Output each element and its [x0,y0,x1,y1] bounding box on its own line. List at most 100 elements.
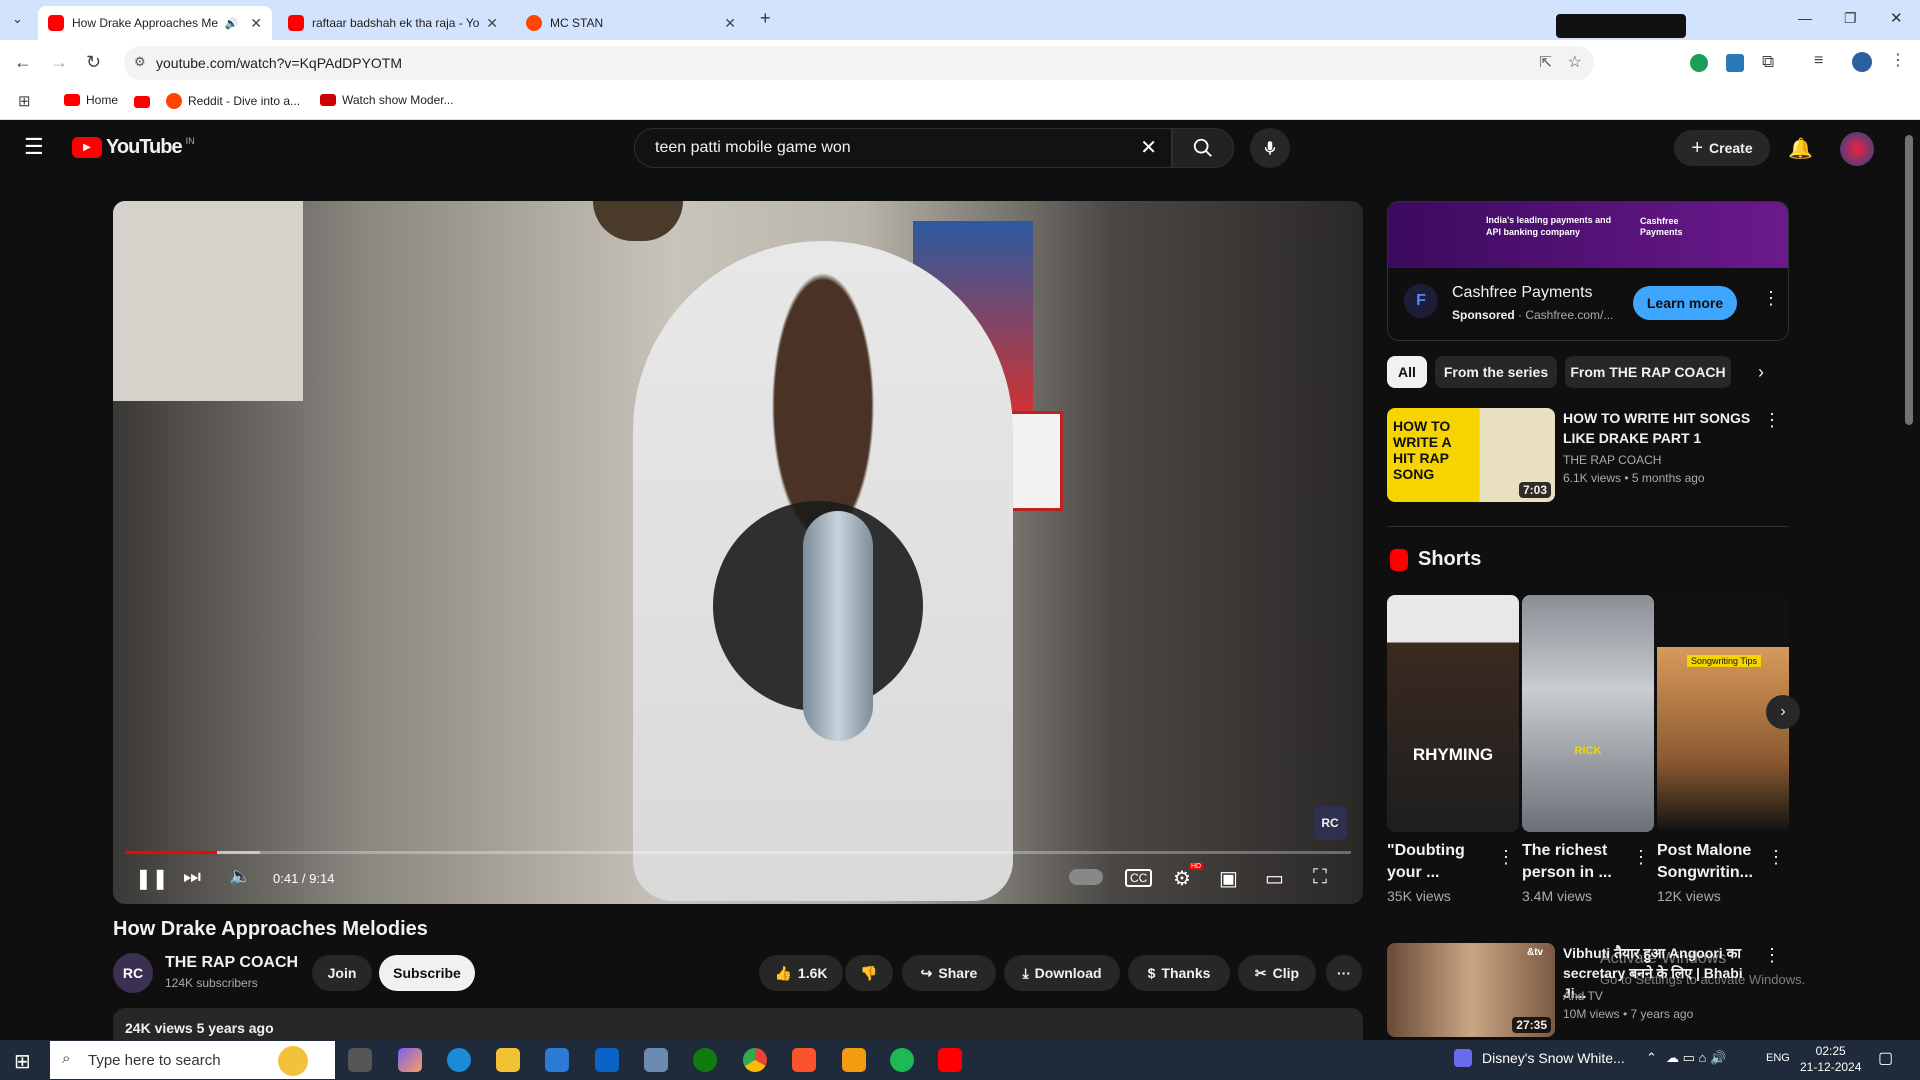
windows-start-icon[interactable]: ⊞ [14,1049,31,1074]
account-avatar[interactable] [1840,132,1874,166]
edge-icon[interactable] [447,1048,471,1072]
clip-button[interactable]: ✂ Clip [1238,955,1316,991]
youtube-bookmark-icon[interactable] [134,96,150,108]
like-button[interactable]: 👍 1.6K [759,955,843,991]
pause-icon[interactable]: ❚❚ [135,866,169,891]
bookmark-reddit[interactable]: Reddit - Dive into a... [166,93,300,109]
xbox-icon[interactable] [693,1048,717,1072]
ad-options-kebab-icon[interactable]: ⋮ [1762,288,1780,309]
restore-icon[interactable]: ❐ [1844,10,1857,27]
recommended-title[interactable]: HOW TO WRITE HIT SONGS LIKE DRAKE PART 1 [1563,408,1763,448]
extension-icon[interactable] [1726,54,1744,72]
media-control-icon[interactable]: ≡ [1814,52,1823,70]
youtube-app-icon[interactable] [938,1048,962,1072]
site-info-icon[interactable]: ⚙ [134,54,146,70]
clear-search-icon[interactable]: ✕ [1140,135,1157,160]
outlook-icon[interactable] [595,1048,619,1072]
short-item[interactable]: RHYMING "Doubting your ... 35K views ⋮ [1387,595,1519,904]
download-button[interactable]: ⤓ Download [1004,955,1120,991]
copilot-icon[interactable] [398,1048,422,1072]
fl-studio-icon[interactable] [842,1048,866,1072]
back-arrow-icon[interactable]: ← [14,52,32,73]
recommended-video[interactable]: HOW TO WRITE A HIT RAP SONG 7:03 HOW TO … [1387,408,1789,504]
bookmark-watch-show[interactable]: Watch show Moder... [320,93,454,107]
channel-avatar[interactable]: RC [113,953,153,993]
channel-watermark[interactable]: RC [1313,806,1347,840]
chip-from-series[interactable]: From the series [1435,356,1557,388]
file-explorer-icon[interactable] [496,1048,520,1072]
task-view-icon[interactable] [348,1048,372,1072]
create-button[interactable]: + Create [1674,130,1770,166]
store-icon[interactable] [545,1048,569,1072]
recommended-channel[interactable]: And TV [1563,989,1603,1003]
short-title[interactable]: "Doubting your ... [1387,840,1497,884]
chrome-icon[interactable] [743,1048,767,1072]
thanks-button[interactable]: $ Thanks [1128,955,1230,991]
progress-bar[interactable] [125,851,1351,854]
tab-mc-stan[interactable]: MC STAN ✕ [516,6,746,40]
close-tab-icon[interactable]: ✕ [250,15,262,32]
fullscreen-icon[interactable]: ⛶ [1313,866,1327,889]
sponsored-ad-card[interactable]: India's leading payments and API banking… [1387,201,1789,341]
audio-playing-icon[interactable]: 🔊 [225,17,239,30]
volume-icon[interactable]: 🔈 [229,866,251,887]
video-thumbnail[interactable]: &tv 27:35 [1387,943,1555,1037]
reload-icon[interactable]: ↻ [86,52,101,73]
now-playing-label[interactable]: Disney's Snow White... [1482,1050,1625,1066]
recommended-channel[interactable]: THE RAP COACH [1563,453,1661,467]
taskbar-search-input[interactable]: ⌕ Type here to search [50,1041,335,1079]
next-video-icon[interactable]: ⏭ [183,866,201,889]
chip-all[interactable]: All [1387,356,1427,388]
language-indicator[interactable]: ENG [1766,1052,1790,1064]
autoplay-toggle[interactable] [1069,869,1103,885]
apps-grid-icon[interactable]: ⊞ [18,92,31,110]
short-thumbnail[interactable]: RHYMING [1387,595,1519,832]
address-bar[interactable]: ⚙ youtube.com/watch?v=KqPAdDPYOTM ⇱ ☆ [124,46,1594,80]
short-options-kebab-icon[interactable]: ⋮ [1632,847,1650,868]
subscribe-button[interactable]: Subscribe [379,955,475,991]
dislike-button[interactable]: 👎 [845,955,893,991]
browser-menu-icon[interactable]: ⋮ [1890,50,1906,70]
short-thumbnail[interactable]: RICK [1522,595,1654,832]
tray-chevron-icon[interactable]: ⌃ [1646,1050,1657,1066]
join-button[interactable]: Join [312,955,372,991]
tab-drake-video[interactable]: How Drake Approaches Me 🔊 ✕ [38,6,272,40]
video-options-kebab-icon[interactable]: ⋮ [1763,410,1781,431]
tab-search-chevron-icon[interactable]: ⌄ [12,11,23,27]
minimize-icon[interactable]: — [1798,10,1812,26]
settings-gear-icon[interactable]: ⚙ [1173,866,1191,891]
short-title[interactable]: Post Malone Songwritin... [1657,840,1767,884]
share-button[interactable]: ↪ Share [902,955,996,991]
captions-icon[interactable]: CC [1125,869,1153,887]
system-clock[interactable]: 02:25 21-12-2024 [1800,1043,1861,1075]
theater-mode-icon[interactable]: ▭ [1265,866,1284,891]
chips-next-chevron-icon[interactable]: › [1758,362,1764,383]
voice-search-button[interactable] [1250,128,1290,168]
channel-name[interactable]: THE RAP COACH [165,954,298,972]
youtube-logo[interactable]: ▶ YouTube IN [72,136,195,159]
app-icon[interactable] [644,1048,668,1072]
shorts-next-chevron-icon[interactable]: › [1766,695,1800,729]
profile-avatar[interactable] [1852,52,1872,72]
grammarly-extension-icon[interactable] [1690,54,1708,72]
tray-icons[interactable]: ☁ ▭ ⌂ 🔊 [1666,1050,1726,1066]
media-player-icon[interactable] [1454,1049,1472,1067]
recommended-video[interactable]: &tv 27:35 Vibhuti तैयार हुआ Angoori का s… [1387,943,1789,1039]
bookmark-star-icon[interactable]: ☆ [1568,52,1582,72]
notifications-bell-icon[interactable]: 🔔 [1788,136,1813,161]
tab-raftaar[interactable]: raftaar badshah ek tha raja - Yo ✕ [278,6,508,40]
hamburger-menu-icon[interactable]: ☰ [24,134,44,160]
short-item[interactable]: RICK The richest person in ... 3.4M view… [1522,595,1654,904]
notifications-icon[interactable]: ▢ [1878,1048,1893,1068]
search-button[interactable] [1172,128,1234,168]
short-options-kebab-icon[interactable]: ⋮ [1497,847,1515,868]
spotify-icon[interactable] [890,1048,914,1072]
video-player[interactable]: RC ❚❚ ⏭ 🔈 0:41 / 9:14 CC ⚙ HD ▣ ▭ ⛶ [113,201,1363,904]
ad-banner-image[interactable]: India's leading payments and API banking… [1388,202,1788,268]
close-tab-icon[interactable]: ✕ [724,15,736,32]
page-scrollbar[interactable] [1905,135,1913,425]
short-item[interactable]: Songwriting Tips Post Malone Songwritin.… [1657,595,1789,904]
close-window-icon[interactable]: ✕ [1890,9,1903,27]
new-tab-plus-icon[interactable]: + [760,8,771,29]
video-thumbnail[interactable]: HOW TO WRITE A HIT RAP SONG 7:03 [1387,408,1555,502]
